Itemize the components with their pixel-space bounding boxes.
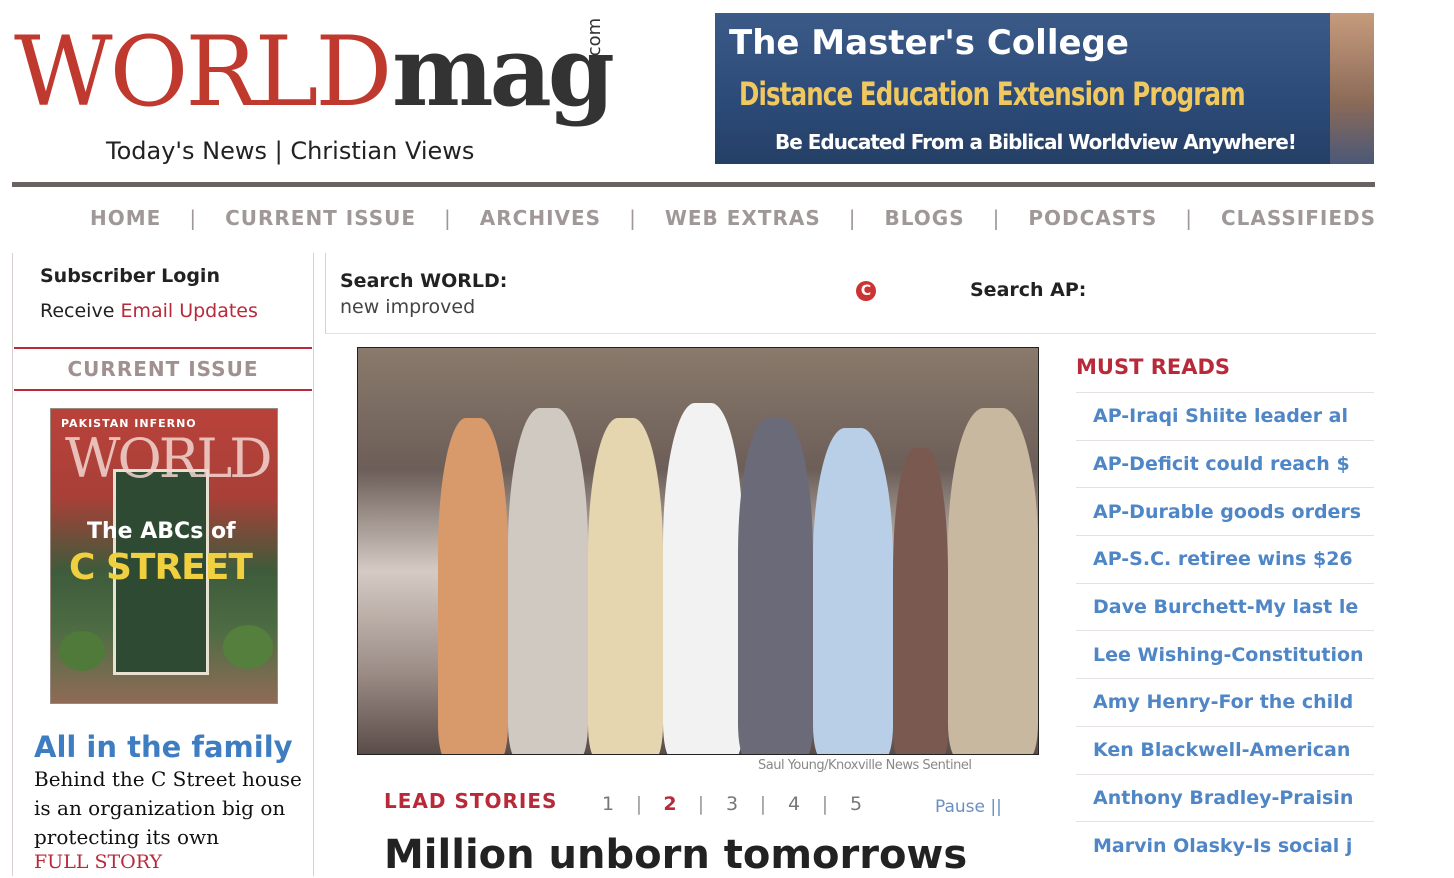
lead-story-headline[interactable]: Million unborn tomorrows <box>384 832 967 878</box>
must-read-link[interactable]: Marvin Olasky-Is social j <box>1076 821 1374 869</box>
pager-page-4[interactable]: 4 <box>778 793 810 815</box>
search-ap-input[interactable] <box>1108 275 1372 303</box>
photo-person-shape <box>588 418 663 754</box>
email-updates-link[interactable]: Email Updates <box>120 300 257 322</box>
logo-mag-text: mag <box>392 15 615 128</box>
lead-stories-pager: 1 | 2 | 3 | 4 | 5 <box>592 793 872 815</box>
receive-label: Receive <box>40 300 115 322</box>
must-read-link[interactable]: Lee Wishing-Constitution <box>1076 630 1374 678</box>
ad-banner-line1: The Master's College <box>729 23 1129 63</box>
pager-page-5[interactable]: 5 <box>840 793 872 815</box>
nav-separator: | <box>444 206 452 230</box>
ad-banner-photo <box>1330 13 1374 164</box>
cover-title-line2: C STREET <box>69 547 253 588</box>
main-nav: HOME | CURRENT ISSUE | ARCHIVES | WEB EX… <box>90 203 1376 233</box>
logo-com-text: .com <box>584 17 605 62</box>
search-world-sublabel: new improved <box>340 296 476 318</box>
lead-stories-label: LEAD STORIES <box>384 789 558 813</box>
nav-classifieds[interactable]: CLASSIFIEDS <box>1221 206 1376 230</box>
ad-banner[interactable]: The Master's College Distance Education … <box>715 13 1374 164</box>
nav-separator: | <box>629 206 637 230</box>
photo-person-shape <box>948 408 1038 754</box>
nav-podcasts[interactable]: PODCASTS <box>1028 206 1157 230</box>
photo-credit: Saul Young/Knoxville News Sentinel <box>758 758 972 773</box>
nav-web-extras[interactable]: WEB EXTRAS <box>665 206 821 230</box>
logo-world-text: WORLD <box>14 16 392 128</box>
must-read-link[interactable]: AP-Deficit could reach $ <box>1076 439 1374 488</box>
full-story-link[interactable]: FULL STORY <box>34 851 162 873</box>
current-issue-heading: CURRENT ISSUE <box>67 357 259 381</box>
must-read-link[interactable]: Amy Henry-For the child <box>1076 678 1374 726</box>
nav-blogs[interactable]: BLOGS <box>885 206 965 230</box>
must-reads-heading: MUST READS <box>1076 355 1231 379</box>
nav-home[interactable]: HOME <box>90 206 161 230</box>
pager-page-2[interactable]: 2 <box>654 793 686 815</box>
cover-plant-graphic <box>223 625 273 669</box>
subscriber-login-row: Subscriber Login <box>40 265 220 287</box>
email-updates-row: Receive Email Updates <box>40 300 258 322</box>
must-read-link[interactable]: Dave Burchett-My last le <box>1076 582 1374 631</box>
must-read-link[interactable]: AP-Durable goods orders <box>1076 487 1374 535</box>
site-tagline: Today's News | Christian Views <box>106 137 475 165</box>
must-read-link[interactable]: AP-Iraqi Shiite leader al <box>1076 392 1374 440</box>
lead-story-photo[interactable] <box>357 347 1039 755</box>
ad-banner-line2: Distance Education Extension Program <box>739 75 1246 113</box>
must-read-link[interactable]: Ken Blackwell-American <box>1076 725 1374 774</box>
cover-logo: WORLD <box>65 427 273 490</box>
header-divider <box>12 182 1375 187</box>
site-logo[interactable]: WORLD mag .com <box>14 15 615 142</box>
nav-current-issue[interactable]: CURRENT ISSUE <box>225 206 416 230</box>
pager-separator: | <box>697 793 705 815</box>
magazine-cover-image[interactable]: PAKISTAN INFERNO WORLD The ABCs of C STR… <box>50 408 278 704</box>
pager-page-3[interactable]: 3 <box>716 793 748 815</box>
photo-person-shape <box>508 408 588 754</box>
sidebar-divider <box>14 347 312 349</box>
photo-person-shape <box>738 418 813 754</box>
search-world-input[interactable] <box>530 270 844 298</box>
subscriber-label: Subscriber <box>40 265 156 287</box>
sidebar-divider <box>14 389 312 391</box>
pager-separator: | <box>821 793 829 815</box>
search-ap-label: Search AP: <box>970 279 1087 301</box>
pager-separator: | <box>635 793 643 815</box>
nav-separator: | <box>1185 206 1193 230</box>
photo-person-shape <box>813 428 893 754</box>
login-link[interactable]: Login <box>161 265 220 287</box>
nav-separator: | <box>992 206 1001 230</box>
pager-separator: | <box>759 793 767 815</box>
photo-person-shape <box>663 403 743 754</box>
search-submit-icon[interactable]: C <box>856 281 876 301</box>
nav-archives[interactable]: ARCHIVES <box>480 206 601 230</box>
must-read-link[interactable]: Anthony Bradley-Praisin <box>1076 773 1374 822</box>
cover-title-line1: The ABCs of <box>87 519 236 544</box>
nav-separator: | <box>848 206 857 230</box>
photo-person-shape <box>438 418 508 754</box>
pause-button[interactable]: Pause || <box>935 797 1002 817</box>
ad-banner-line3: Be Educated From a Biblical Worldview An… <box>775 130 1297 154</box>
must-reads-list: AP-Iraqi Shiite leader al AP-Deficit cou… <box>1076 392 1374 869</box>
feature-summary: Behind the C Street house is an organiza… <box>34 767 302 849</box>
feature-title-link[interactable]: All in the family <box>34 730 293 764</box>
nav-separator: | <box>189 206 198 230</box>
must-read-link[interactable]: AP-S.C. retiree wins $26 <box>1076 535 1374 583</box>
search-world-label: Search WORLD: <box>340 270 508 292</box>
cover-plant-graphic <box>59 631 105 671</box>
photo-person-shape <box>893 448 948 754</box>
pager-page-1[interactable]: 1 <box>592 793 624 815</box>
